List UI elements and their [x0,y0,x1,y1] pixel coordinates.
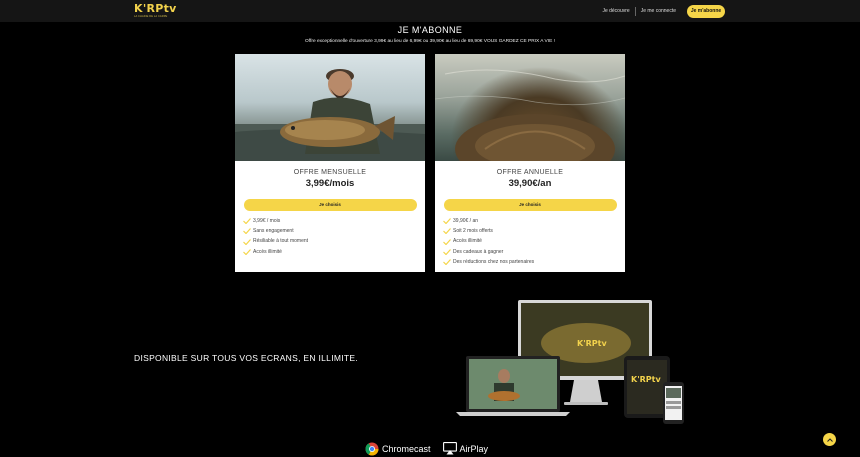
chromecast-badge: Chromecast [365,442,431,456]
feature-label: Sans engagement [253,228,294,235]
airplay-badge: AirPlay [442,442,489,455]
monitor-logo: K'RPtv [577,339,607,348]
offer-price: 39,90€/an [508,178,552,189]
offer-card-annual: OFFRE ANNUELLE 39,90€/an Je choisis 39,9… [435,54,625,272]
offer-name: OFFRE ANNUELLE [496,169,564,176]
feature-item: Des réductions chez nos partenaires [443,257,625,267]
site-header: K'RPtv LA CHAINE DE LA CARPE Je découvre… [0,0,860,22]
choose-annual-button[interactable]: Je choisis [443,199,617,211]
offer-image-carp-water [435,54,625,161]
airplay-label: AirPlay [459,443,489,454]
check-icon [443,238,451,245]
check-icon [243,238,251,245]
chromecast-label: Chromecast [382,443,431,454]
scroll-to-top-button[interactable] [823,433,836,446]
nav-login-link[interactable]: Je me connecte [636,4,681,18]
airplay-icon [442,442,457,455]
nav-subscribe-button[interactable]: Je m'abonne [687,4,725,18]
page-subtitle: Offre exceptionnelle d'ouverture 3,99€ a… [305,39,555,44]
devices-headline: DISPONIBLE SUR TOUS VOS ECRANS, EN ILLIM… [134,353,359,363]
offer-name: OFFRE MENSUELLE [293,169,367,176]
offer-card-monthly: OFFRE MENSUELLE 3,99€/mois Je choisis 3,… [235,54,425,272]
offer-features-list: 3,99€ / mois Sans engagement Résiliable … [243,216,425,257]
check-icon [443,259,451,265]
check-icon [243,248,251,255]
casting-options: Chromecast AirPlay [365,440,500,457]
feature-item: Accès illimité [243,247,425,257]
devices-mockup: K'RPtv K'RPtv [456,300,684,424]
check-icon [443,218,451,225]
feature-item: Des cadeaux à gagner [443,247,625,257]
feature-label: Des cadeaux à gagner [453,248,504,255]
check-icon [243,228,251,235]
fisherman-illustration [235,69,425,161]
chevron-up-icon [826,437,833,442]
tablet-logo: K'RPtv [631,375,661,384]
check-icon [443,248,451,255]
feature-label: Résiliable à tout moment [253,238,309,245]
feature-label: Soit 2 mois offerts [453,228,493,235]
feature-item: Résiliable à tout moment [243,236,425,246]
feature-item: Sans engagement [243,226,425,236]
top-nav: Je découvre Je me connecte Je m'abonne [597,4,725,18]
feature-label: 39,90€ / an [453,218,479,224]
logo[interactable]: K'RPtv LA CHAINE DE LA CARPE [134,2,177,19]
feature-label: 3,99€ / mois [253,218,281,224]
feature-item: Soit 2 mois offerts [443,226,625,236]
offer-price: 3,99€/mois [305,178,355,189]
choose-monthly-button[interactable]: Je choisis [243,199,417,211]
logo-text: K'RPtv [134,2,177,15]
devices-illustration: K'RPtv K'RPtv [456,298,688,426]
logo-tagline: LA CHAINE DE LA CARPE [134,15,168,18]
offer-image-fisherman [235,54,425,161]
feature-label: Accès illimité [453,238,482,245]
feature-item: 39,90€ / an [443,216,625,226]
chromecast-icon [365,442,379,455]
check-icon [443,228,451,235]
feature-item: Accès illimité [443,236,625,246]
carp-illustration [435,69,625,161]
check-icon [243,218,251,225]
feature-label: Des réductions chez nos partenaires [453,258,535,265]
nav-discover-link[interactable]: Je découvre [597,4,634,18]
feature-item: 3,99€ / mois [243,216,425,226]
page-title: JE M'ABONNE [397,25,463,35]
feature-label: Accès illimité [253,248,282,255]
offer-features-list: 39,90€ / an Soit 2 mois offerts Accès il… [443,216,625,267]
